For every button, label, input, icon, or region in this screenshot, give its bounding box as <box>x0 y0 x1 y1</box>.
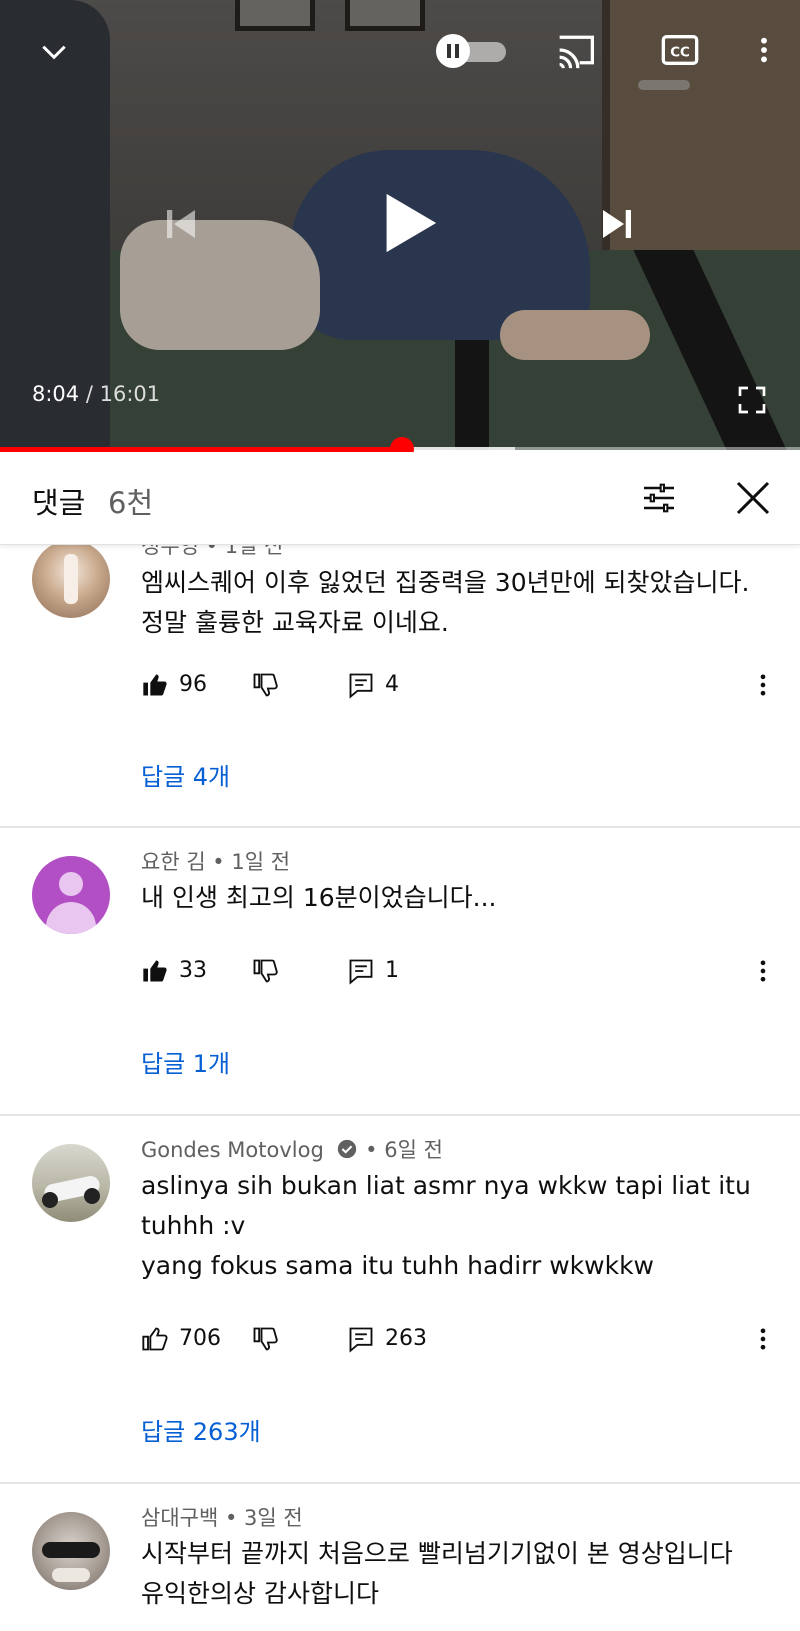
comment-item: Gondes Motovlog • 6일 전 aslinya sih bukan… <box>0 1116 800 1484</box>
like-icon-filled[interactable] <box>141 956 169 986</box>
reply-count: 4 <box>385 672 399 697</box>
comment-author-time[interactable]: 삼대구백 • 3일 전 <box>141 1502 303 1532</box>
comment-list[interactable]: 정주영 • 1일 전 엠씨스퀘어 이후 잃었던 집중력을 30년만에 되찾았습니… <box>0 544 800 1631</box>
reply-icon[interactable] <box>347 670 375 700</box>
comment-actions: 96 4 <box>141 670 781 706</box>
comment-text: aslinya sih bukan liat asmr nya wkkw tap… <box>141 1166 761 1286</box>
comment-author-time: Gondes Motovlog • 6일 전 <box>141 1134 443 1164</box>
comment-text: 엠씨스퀘어 이후 잃었던 집중력을 30년만에 되찾았습니다. 정말 훌륭한 교… <box>141 563 761 643</box>
video-player[interactable]: CC 8:04 / 16:01 <box>0 0 800 450</box>
avatar[interactable] <box>32 1144 110 1222</box>
like-icon[interactable] <box>141 1324 169 1354</box>
duration: 16:01 <box>99 382 161 406</box>
reply-icon[interactable] <box>347 956 375 986</box>
current-time: 8:04 <box>32 382 80 406</box>
svg-text:CC: CC <box>670 46 690 61</box>
time-display: 8:04 / 16:01 <box>32 382 160 406</box>
comment-text-line: 유익한의상 감사합니다 <box>141 1579 379 1608</box>
comment-text-line: aslinya sih bukan liat asmr nya wkkw tap… <box>141 1171 751 1200</box>
reply-icon[interactable] <box>347 1324 375 1354</box>
comment-author[interactable]: Gondes Motovlog <box>141 1138 324 1162</box>
dislike-icon[interactable] <box>251 956 279 986</box>
comments-title: 댓글 <box>32 486 86 520</box>
comment-text: 시작부터 끝까지 처음으로 빨리넘기기없이 본 영상입니다 유익한의상 감사합니… <box>141 1534 761 1614</box>
replies-button[interactable]: 답글 4개 <box>141 757 230 792</box>
previous-icon[interactable] <box>160 203 202 245</box>
comment-text-line: 내 인생 최고의 16분이었습니다... <box>141 883 497 912</box>
next-icon[interactable] <box>596 203 638 245</box>
comments-count: 6천 <box>108 486 154 520</box>
comment-item: 삼대구백 • 3일 전 시작부터 끝까지 처음으로 빨리넘기기없이 본 영상입니… <box>0 1484 800 1631</box>
reply-count: 1 <box>385 958 399 983</box>
comment-actions: 706 263 <box>141 1324 781 1360</box>
comment-text-line: 엠씨스퀘어 이후 잃었던 집중력을 30년만에 되찾았습니다. <box>141 568 750 597</box>
comment-actions: 33 1 <box>141 956 781 992</box>
dislike-icon[interactable] <box>251 1324 279 1354</box>
reply-count: 263 <box>385 1326 427 1351</box>
like-count: 96 <box>179 672 207 697</box>
avatar[interactable] <box>32 1512 110 1590</box>
like-count: 33 <box>179 958 207 983</box>
comments-header: 댓글 6천 <box>0 452 800 545</box>
close-icon[interactable] <box>733 478 773 518</box>
more-vert-icon[interactable] <box>749 956 777 986</box>
captions-icon[interactable]: CC <box>660 32 700 68</box>
dislike-icon[interactable] <box>251 670 279 700</box>
autoplay-toggle-icon[interactable] <box>436 34 508 68</box>
play-icon[interactable] <box>372 188 442 258</box>
comment-text-line: tuhhh :v <box>141 1211 246 1240</box>
comment-time: • 6일 전 <box>365 1138 443 1162</box>
verified-icon <box>338 1139 357 1159</box>
comment-text-line: 시작부터 끝까지 처음으로 빨리넘기기없이 본 영상입니다 <box>141 1539 733 1568</box>
comment-author-time[interactable]: 요한 김 • 1일 전 <box>141 846 290 876</box>
cast-icon[interactable] <box>554 30 598 70</box>
time-separator: / <box>79 382 100 406</box>
comment-text-line: 정말 훌륭한 교육자료 이네요. <box>141 608 449 637</box>
like-icon-filled[interactable] <box>141 670 169 700</box>
comment-author-time[interactable]: 정주영 • 1일 전 <box>141 544 283 560</box>
comment-text: 내 인생 최고의 16분이었습니다... <box>141 878 761 918</box>
comment-item: 요한 김 • 1일 전 내 인생 최고의 16분이었습니다... 33 1 답글… <box>0 828 800 1116</box>
replies-button[interactable]: 답글 263개 <box>141 1412 261 1447</box>
like-count: 706 <box>179 1326 221 1351</box>
more-vert-icon[interactable] <box>749 670 777 700</box>
more-vert-icon[interactable] <box>749 1324 777 1354</box>
replies-button[interactable]: 답글 1개 <box>141 1044 230 1079</box>
sort-filter-icon[interactable] <box>638 478 680 518</box>
avatar[interactable] <box>32 544 110 618</box>
chevron-down-icon[interactable] <box>38 36 70 68</box>
comment-item: 정주영 • 1일 전 엠씨스퀘어 이후 잃었던 집중력을 30년만에 되찾았습니… <box>0 544 800 828</box>
fullscreen-icon[interactable] <box>736 384 768 416</box>
avatar[interactable] <box>32 856 110 934</box>
more-vert-icon[interactable] <box>748 32 780 68</box>
comment-text-line: yang fokus sama itu tuhh hadirr wkwkkw <box>141 1251 655 1280</box>
